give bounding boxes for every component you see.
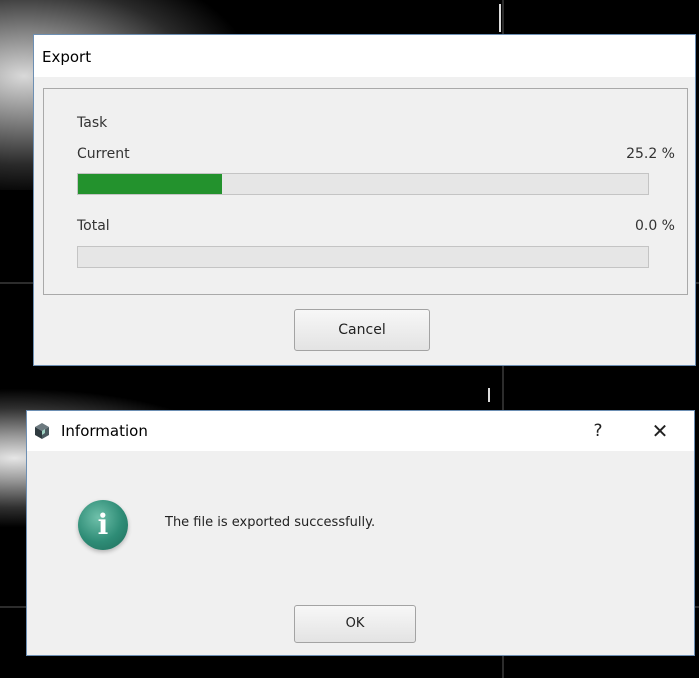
task-group: Task Current 25.2 % Total 0.0 % bbox=[43, 88, 688, 295]
current-label: Current bbox=[77, 146, 130, 162]
crosshair-marker bbox=[499, 4, 501, 32]
help-button[interactable]: ? bbox=[588, 419, 608, 443]
close-button[interactable]: ✕ bbox=[646, 419, 674, 443]
information-title: Information bbox=[61, 422, 148, 440]
current-progress-bar bbox=[77, 173, 649, 195]
crosshair-marker bbox=[488, 388, 490, 402]
total-label: Total bbox=[77, 218, 110, 234]
total-percent: 0.0 % bbox=[634, 218, 675, 234]
current-percent: 25.2 % bbox=[626, 146, 675, 162]
export-dialog-title: Export bbox=[34, 35, 695, 77]
information-titlebar: Information ? ✕ bbox=[27, 411, 694, 451]
ok-button[interactable]: OK bbox=[294, 605, 416, 643]
information-dialog: Information ? ✕ i The file is exported s… bbox=[26, 410, 695, 656]
information-message: The file is exported successfully. bbox=[165, 515, 376, 530]
task-label: Task bbox=[77, 115, 108, 131]
current-progress-fill bbox=[78, 174, 222, 194]
cancel-button[interactable]: Cancel bbox=[294, 309, 430, 351]
export-dialog: Export Task Current 25.2 % Total 0.0 % C… bbox=[33, 34, 696, 366]
app-cube-icon bbox=[35, 423, 49, 439]
total-progress-bar bbox=[77, 246, 649, 268]
information-icon: i bbox=[78, 500, 128, 550]
